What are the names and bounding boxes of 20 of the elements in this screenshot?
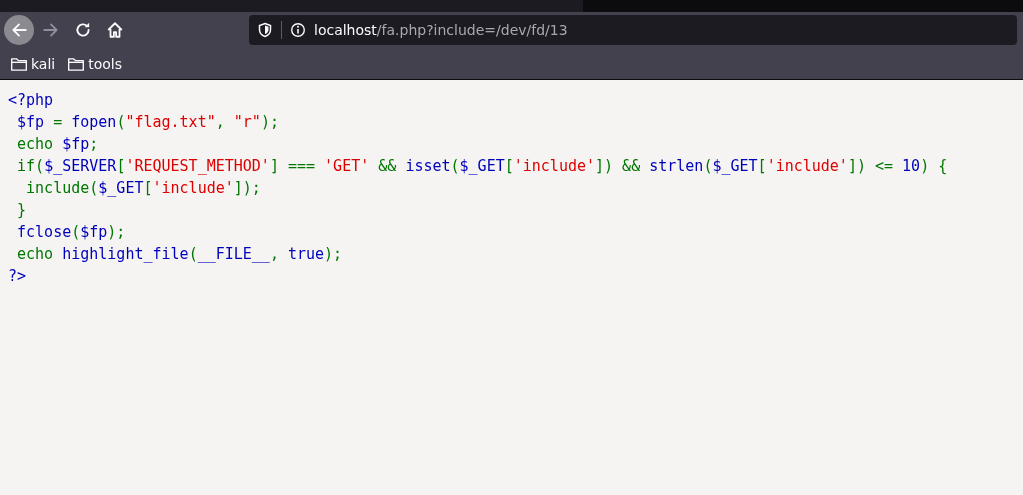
code-line: <?php <box>8 90 55 111</box>
code-line: } <box>16 200 28 221</box>
code-line: ?> <box>8 266 28 287</box>
bookmark-folder[interactable]: kali <box>10 54 56 73</box>
shield-icon <box>257 22 273 38</box>
code-line: echo $fp; <box>16 134 100 155</box>
forward-arrow-icon <box>42 21 60 39</box>
code-line: fclose($fp); <box>16 222 127 243</box>
code-line: echo highlight_file(__FILE__, true); <box>16 244 344 265</box>
url-text: localhost/fa.php?include=/dev/fd/13 <box>314 22 568 38</box>
home-icon <box>106 21 124 39</box>
code-line: $fp = fopen("flag.txt", "r"); <box>16 112 280 133</box>
back-arrow-icon <box>10 21 28 39</box>
code-line: if($_SERVER['REQUEST_METHOD'] === 'GET' && isset($_GET['include']) && strlen($_GET['include']) <= 10) { <box>16 156 949 177</box>
code-line: include($_GET['include']); <box>25 178 262 199</box>
info-icon <box>290 22 306 38</box>
reload-icon <box>74 21 92 39</box>
back-button[interactable] <box>4 15 34 45</box>
address-bar[interactable]: localhost/fa.php?include=/dev/fd/13 <box>249 15 1017 45</box>
bookmark-folder[interactable]: tools <box>67 54 123 73</box>
